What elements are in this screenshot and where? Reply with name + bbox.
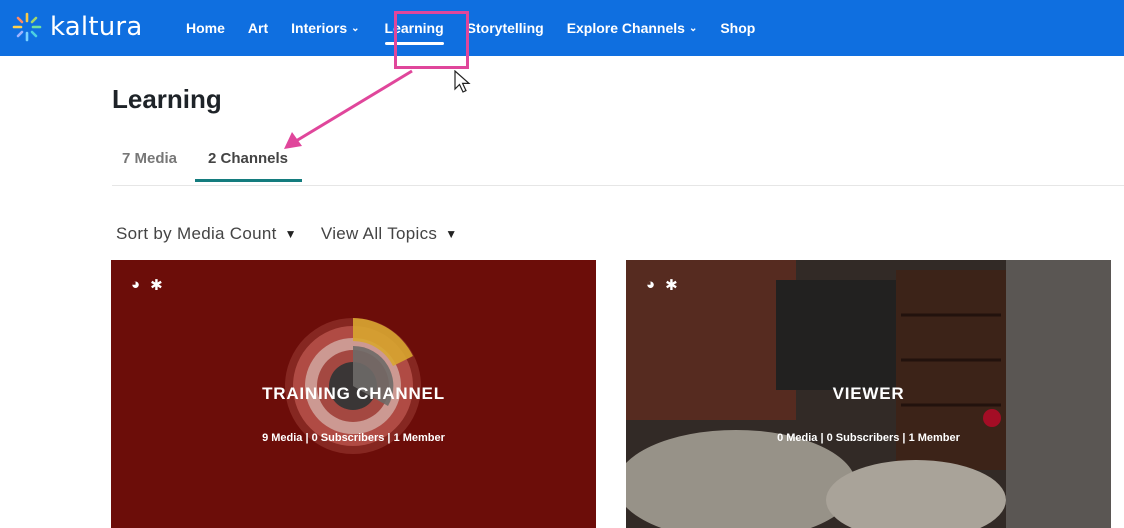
chevron-down-icon: ⌄: [688, 22, 698, 34]
nav-item-label: Art: [247, 20, 269, 36]
channel-title: TRAINING CHANNEL: [262, 384, 445, 403]
nav-item-label: Home: [186, 20, 225, 36]
chevron-down-icon: ⌄: [351, 22, 360, 34]
asterisk-icon: ✱: [665, 277, 678, 294]
main-nav: Home Art Interiors ⌄ Learning Storytelli…: [186, 0, 778, 56]
tab-media[interactable]: 7 Media: [122, 150, 177, 167]
sort-dropdown[interactable]: Sort by Media Count ▼: [116, 224, 297, 244]
tab-channels[interactable]: 2 Channels: [208, 150, 288, 167]
globe-icon: ◕: [131, 276, 141, 293]
nav-item-label: Explore Channels: [566, 20, 685, 36]
channel-title: VIEWER: [832, 384, 905, 403]
channel-card-viewer[interactable]: ◕ ✱ VIEWER 0 Media | 0 Subscribers | 1 M…: [626, 260, 1111, 528]
chevron-down-icon: ▼: [284, 227, 297, 241]
nav-item-shop[interactable]: Shop: [720, 20, 755, 36]
nav-item-interiors[interactable]: Interiors ⌄: [291, 20, 359, 36]
card-status-icons: ◕ ✱: [131, 276, 173, 294]
nav-item-label: Interiors: [291, 20, 348, 36]
chevron-down-icon: ▼: [445, 227, 458, 241]
selected-tab-underline: [195, 179, 302, 182]
mouse-cursor-icon: [454, 70, 471, 93]
top-navigation-bar: kaltura Home Art Interiors ⌄ Learning St…: [0, 0, 1124, 56]
content-tabs: 7 Media 2 Channels: [112, 144, 1124, 186]
page-title: Learning: [112, 84, 222, 114]
annotation-highlight-box: [394, 11, 469, 69]
channel-meta: 0 Media | 0 Subscribers | 1 Member: [777, 432, 960, 444]
channel-card-training[interactable]: ◕ ✱ TRAINING CHANNEL 9 Media | 0 Subscri…: [111, 260, 596, 528]
card-status-icons: ◕ ✱: [646, 276, 688, 294]
kaltura-logo[interactable]: kaltura: [10, 10, 142, 44]
topics-dropdown[interactable]: View All Topics ▼: [321, 224, 458, 244]
nav-item-label: Shop: [720, 20, 756, 36]
nav-item-storytelling[interactable]: Storytelling: [467, 20, 544, 36]
globe-icon: ◕: [646, 276, 656, 293]
nav-item-explore-channels[interactable]: Explore Channels ⌄: [567, 20, 698, 36]
sort-dropdown-label: Sort by Media Count: [116, 224, 277, 243]
kaltura-logo-icon: [12, 12, 42, 42]
asterisk-icon: ✱: [150, 277, 163, 294]
filters-bar: Sort by Media Count ▼ View All Topics ▼: [116, 224, 481, 244]
nav-item-home[interactable]: Home: [186, 20, 225, 36]
topics-dropdown-label: View All Topics: [320, 224, 438, 243]
nav-item-art[interactable]: Art: [248, 20, 268, 36]
channel-meta: 9 Media | 0 Subscribers | 1 Member: [262, 432, 445, 444]
brand-name: kaltura: [50, 12, 143, 42]
nav-item-label: Storytelling: [466, 20, 544, 36]
